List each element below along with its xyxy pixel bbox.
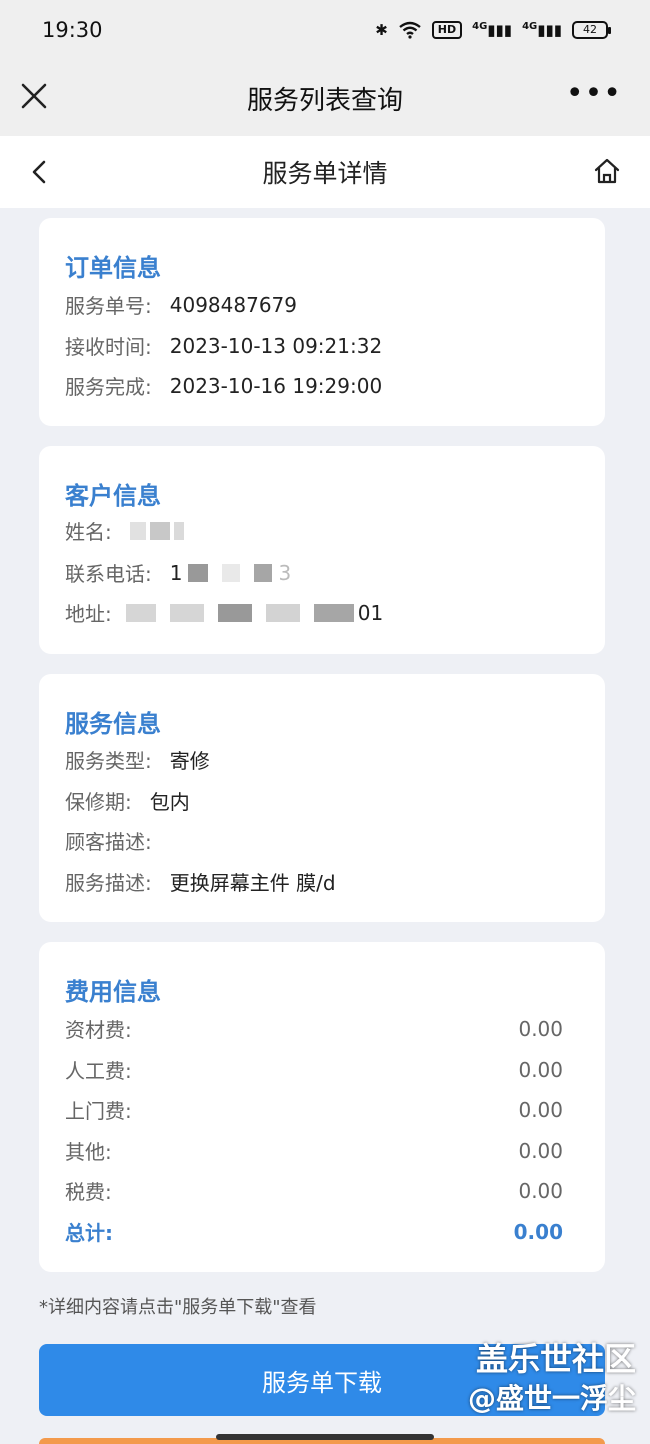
back-icon[interactable] (26, 158, 54, 186)
fee-label: 税费: (65, 1180, 112, 1204)
fee-row: 其他: 0.00 (65, 1136, 563, 1165)
signal-4g-icon: 4G▮▮▮ (472, 21, 513, 39)
redacted-name (129, 521, 184, 540)
more-icon[interactable]: ••• (566, 79, 622, 109)
section-title: 客户信息 (65, 482, 161, 510)
network-label: 4G (472, 21, 488, 32)
total-amount: 0.00 (513, 1219, 563, 1244)
phone-row: 联系电话: 1 3 (65, 558, 563, 587)
row-label: 服务完成: (65, 375, 152, 399)
watermark: 盖乐世社区 @盛世一浮尘 (468, 1338, 636, 1418)
fee-amount: 0.00 (518, 1057, 563, 1082)
address-row: 地址: 01 (65, 598, 563, 627)
fee-row: 资材费: 0.00 (65, 1014, 563, 1043)
name-row: 姓名: (65, 516, 563, 545)
warranty: 包内 (149, 790, 190, 814)
order-number-row: 服务单号: 4098487679 (65, 290, 563, 319)
row-label: 保修期: (65, 790, 132, 814)
fee-amount: 0.00 (518, 1097, 563, 1122)
network-label: 4G (522, 21, 538, 32)
signal-4g-icon: 4G▮▮▮ (522, 21, 562, 39)
section-title: 费用信息 (65, 978, 161, 1006)
bluetooth-icon: ✱ (375, 21, 388, 39)
page-title: 服务列表查询 (246, 85, 403, 116)
status-time: 19:30 (42, 18, 103, 42)
status-icons: ✱ HD 4G▮▮▮ 4G▮▮▮ 42 (375, 21, 611, 39)
row-label: 服务类型: (65, 749, 152, 773)
fee-info-card: 费用信息 资材费: 0.00 人工费: 0.00 上门费: 0.00 其他: 0… (39, 942, 605, 1272)
section-title: 订单信息 (65, 254, 161, 282)
phone-prefix: 1 (169, 560, 183, 585)
fee-amount: 0.00 (518, 1138, 563, 1163)
download-note: *详细内容请点击"服务单下载"查看 (39, 1297, 317, 1318)
fee-label: 其他: (65, 1140, 112, 1164)
fee-amount: 0.00 (518, 1178, 563, 1203)
home-icon[interactable] (592, 156, 622, 186)
nav-bar: 服务单详情 (0, 136, 650, 208)
service-type-row: 服务类型: 寄修 (65, 745, 563, 774)
redacted-phone (188, 563, 273, 582)
row-label: 顾客描述: (65, 830, 152, 854)
title-bar: 服务列表查询 ••• (0, 60, 650, 136)
fee-row: 上门费: 0.00 (65, 1095, 563, 1124)
hd-icon: HD (431, 21, 463, 39)
customer-info-card: 客户信息 姓名: 联系电话: 1 3 地址: 01 (39, 446, 605, 654)
row-label: 联系电话: (65, 562, 152, 586)
status-bar: 19:30 ✱ HD 4G▮▮▮ 4G▮▮▮ 42 (0, 0, 650, 60)
watermark-line1: 盖乐世社区 (475, 1340, 636, 1378)
receive-time-row: 接收时间: 2023-10-13 09:21:32 (65, 331, 563, 360)
phone-suffix: 3 (278, 560, 292, 585)
receive-time: 2023-10-13 09:21:32 (169, 333, 383, 358)
fee-row: 人工费: 0.00 (65, 1055, 563, 1084)
fee-label: 上门费: (65, 1099, 132, 1123)
complete-time: 2023-10-16 19:29:00 (169, 373, 383, 398)
total-label: 总计: (65, 1221, 113, 1245)
order-info-card: 订单信息 服务单号: 4098487679 接收时间: 2023-10-13 0… (39, 218, 605, 426)
address-suffix: 01 (357, 600, 384, 625)
warranty-row: 保修期: 包内 (65, 786, 563, 815)
row-label: 服务描述: (65, 871, 152, 895)
fee-row: 税费: 0.00 (65, 1176, 563, 1205)
service-desc-row: 服务描述: 更换屏幕主件 膜/d (65, 867, 563, 896)
row-label: 地址: (65, 602, 112, 626)
redacted-address (125, 603, 354, 622)
row-label: 服务单号: (65, 294, 152, 318)
order-number: 4098487679 (169, 292, 297, 317)
service-info-card: 服务信息 服务类型: 寄修 保修期: 包内 顾客描述: 服务描述: 更换屏幕主件… (39, 674, 605, 922)
watermark-line2: @盛世一浮尘 (467, 1382, 636, 1415)
section-title: 服务信息 (65, 710, 161, 738)
customer-desc-row: 顾客描述: (65, 826, 563, 855)
complete-time-row: 服务完成: 2023-10-16 19:29:00 (65, 371, 563, 400)
total-row: 总计: 0.00 (65, 1217, 563, 1246)
nav-title: 服务单详情 (262, 159, 388, 188)
home-indicator[interactable] (216, 1434, 434, 1440)
row-label: 姓名: (65, 520, 112, 544)
fee-amount: 0.00 (518, 1016, 563, 1041)
row-label: 接收时间: (65, 335, 152, 359)
close-icon[interactable] (20, 82, 48, 110)
fee-label: 资材费: (65, 1018, 132, 1042)
service-desc: 更换屏幕主件 膜/d (169, 871, 336, 895)
battery-icon: 42 (572, 21, 611, 39)
fee-label: 人工费: (65, 1059, 132, 1083)
wifi-icon (399, 21, 421, 39)
service-type: 寄修 (169, 749, 210, 773)
